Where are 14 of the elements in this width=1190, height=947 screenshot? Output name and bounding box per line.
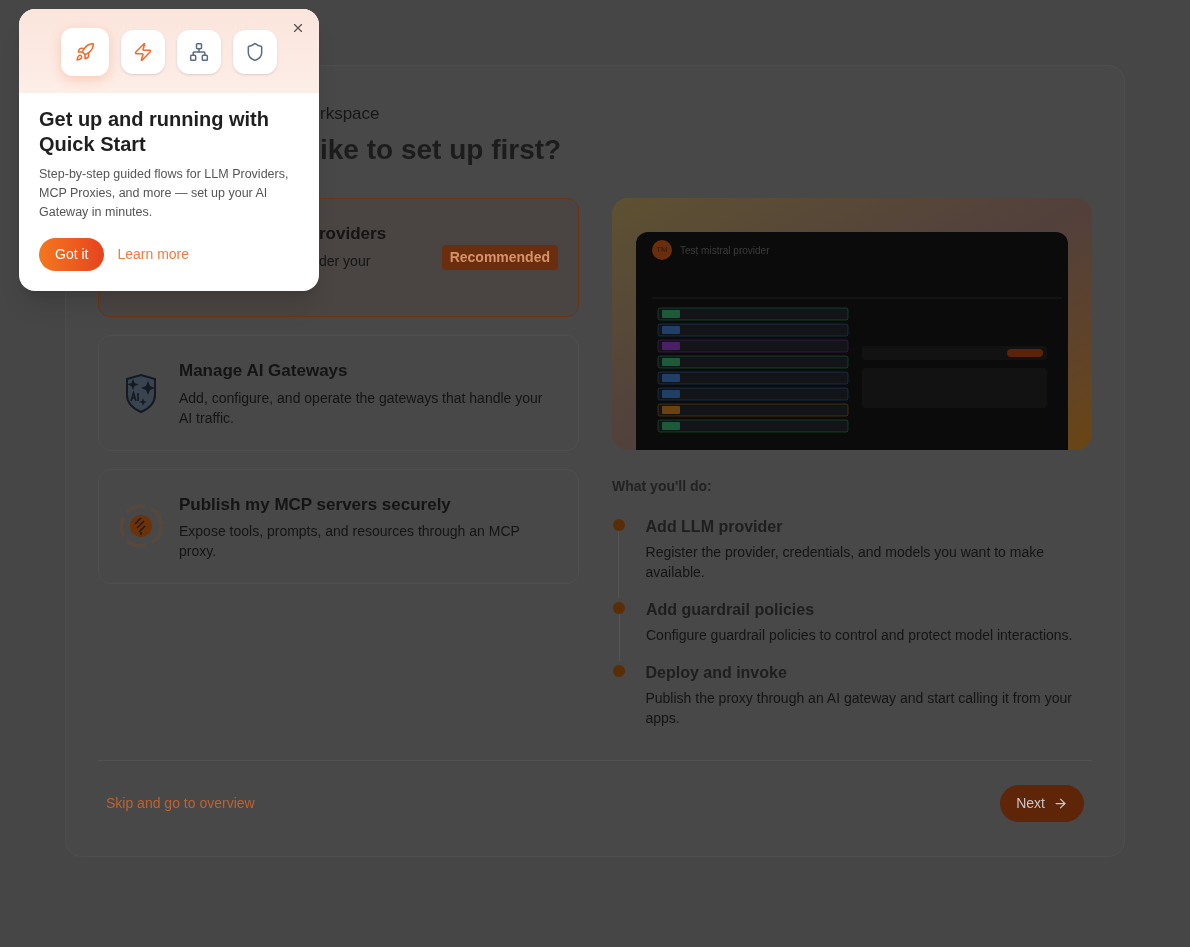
rocket-icon [75,42,95,62]
recommended-badge: Recommended [441,245,558,270]
mcp-logo-icon [119,504,163,549]
hierarchy-icon [189,42,209,62]
close-button[interactable] [291,21,305,35]
arrow-right-icon [1053,796,1068,811]
learn-more-link[interactable]: Learn more [117,244,190,265]
got-it-button[interactable]: Got it [39,238,105,271]
shield-icon [245,42,265,62]
lightning-icon [133,42,153,62]
avatar: TM [652,240,672,260]
skip-link[interactable]: Skip and go to overview [106,793,255,814]
popover-title: Get up and running with Quick Start [39,107,270,157]
next-button[interactable]: Next [1000,785,1084,822]
